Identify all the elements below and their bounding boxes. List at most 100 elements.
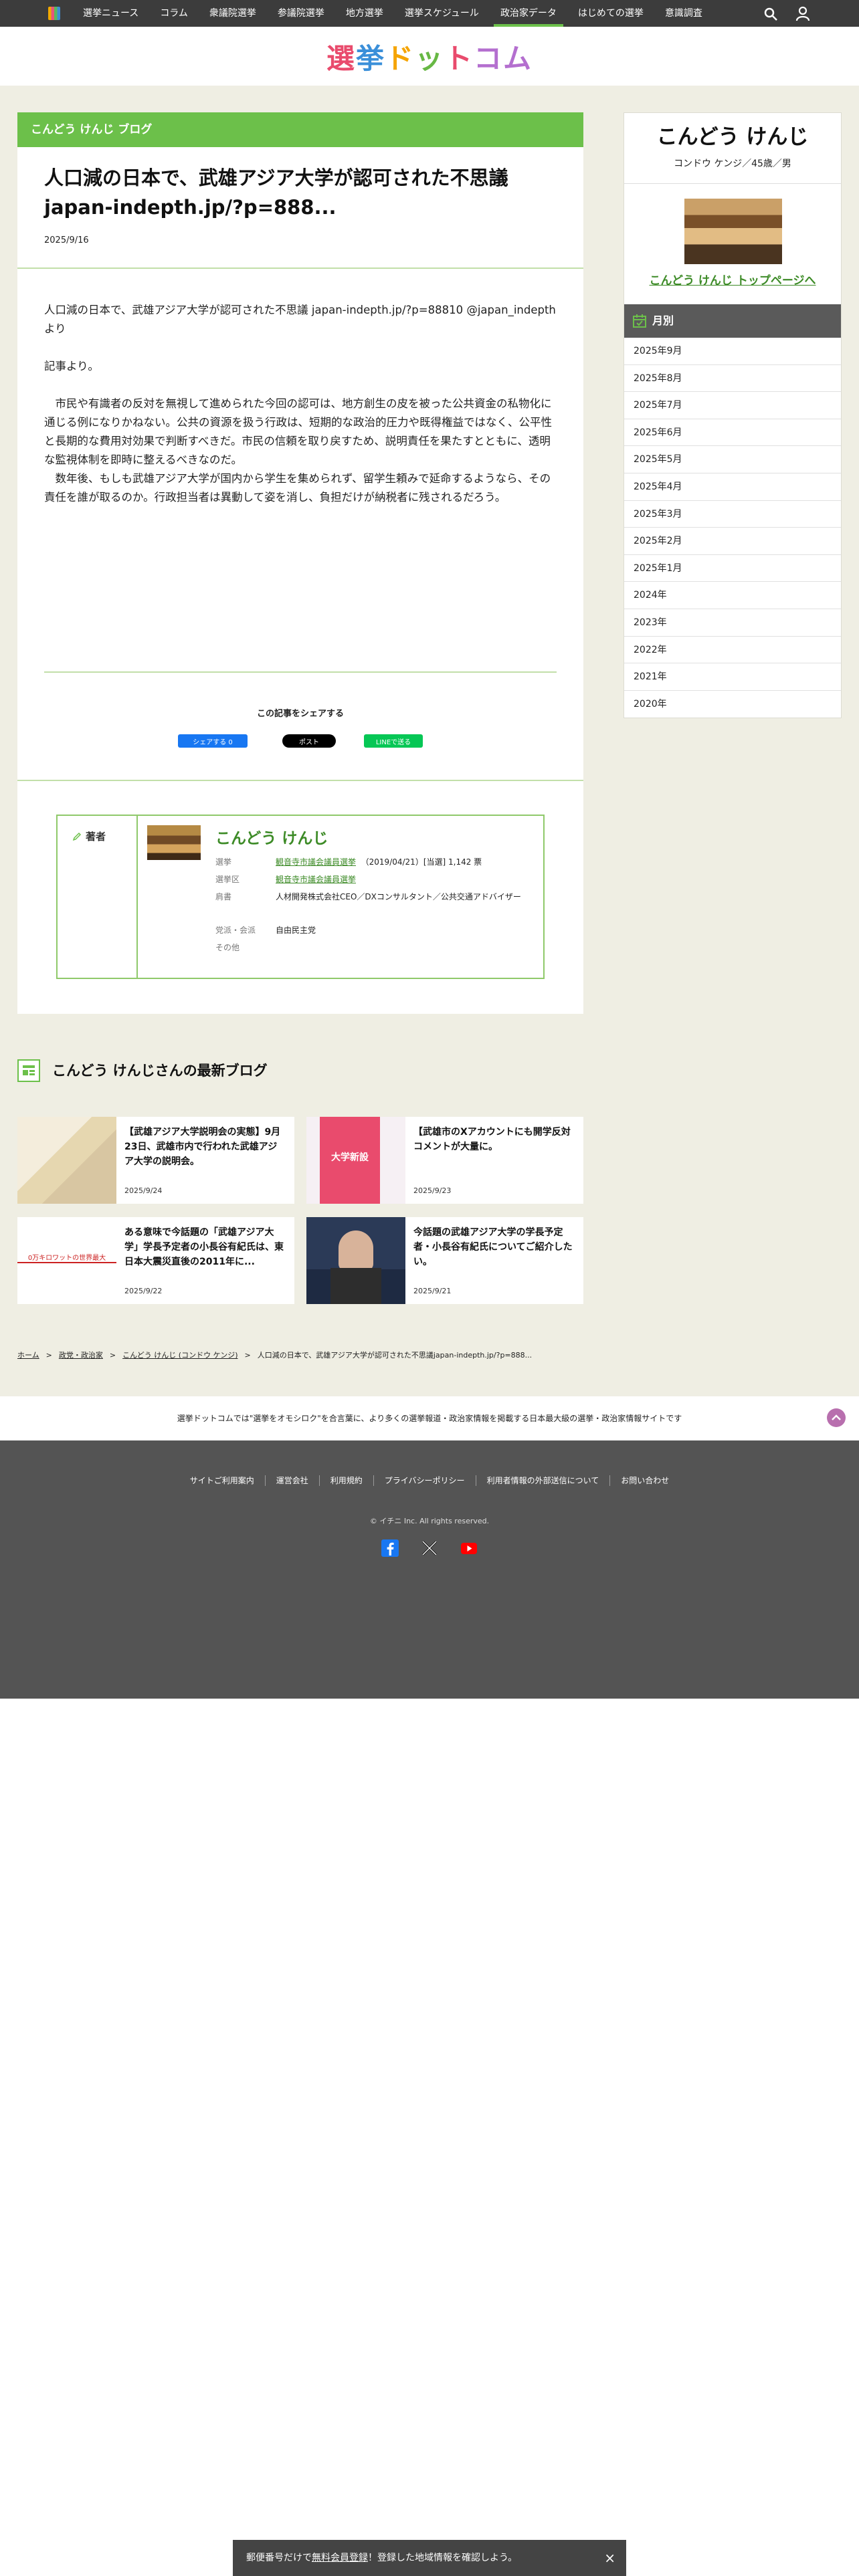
nav-item-lower-house[interactable]: 衆議院選挙 [199,0,267,27]
blog-card-title: 今話題の武雄アジア大学の学長予定者・小長谷有紀氏についてご紹介したい。 [413,1227,573,1267]
footer-link-external[interactable]: 利用者情報の外部送信について [475,1475,610,1486]
register-banner: 郵便番号だけで無料会員登録！登録した地域情報を確認しよう。 × [233,2540,626,2576]
month-item[interactable]: 2022年 [624,637,841,664]
copyright: © イチニ Inc. All rights reserved. [369,1517,490,1525]
x-icon[interactable] [419,1538,440,1558]
month-item[interactable]: 2021年 [624,663,841,691]
divider [44,671,557,673]
author-photo[interactable] [147,825,201,860]
breadcrumb-home[interactable]: ホーム [17,1351,39,1360]
nav-item-upper-house[interactable]: 参議院選挙 [267,0,335,27]
blog-card[interactable]: 今話題の武雄アジア大学の学長予定者・小長谷有紀氏についてご紹介したい。 2025… [306,1217,583,1304]
top-navigation: 選挙ニュース コラム 衆議院選挙 参議院選挙 地方選挙 選挙スケジュール 政治家… [0,0,859,27]
blog-card-title: 【武雄アジア大学説明会の実態】9月23日、武雄市内で行われた武雄アジア大学の説明… [124,1127,281,1167]
month-item[interactable]: 2025年1月 [624,555,841,582]
month-item[interactable]: 2025年2月 [624,528,841,555]
site-footer: サイトご利用案内 運営会社 利用規約 プライバシーポリシー 利用者情報の外部送信… [0,1440,859,1699]
nav-item-news[interactable]: 選挙ニュース [72,0,149,27]
register-link[interactable]: 無料会員登録 [312,2553,368,2563]
close-icon[interactable]: × [604,2540,615,2576]
pencil-icon [72,832,82,841]
article-date: 2025/9/16 [44,235,89,245]
blog-section-label: こんどう けんじ ブログ [17,112,583,147]
sidebar-name: こんどう けんじ [656,125,809,149]
month-list: 2025年9月 2025年8月 2025年7月 2025年6月 2025年5月 … [624,338,841,718]
sidebar-kana: コンドウ ケンジ／45歳／男 [674,158,791,169]
article-body: 人口減の日本で、武雄アジア大学が認可された不思議 japan-indepth.j… [44,301,559,526]
profile-top-link[interactable]: こんどう けんじ トップページへ [624,271,841,288]
blog-thumbnail [306,1217,405,1304]
site-mini-logo[interactable] [48,7,60,20]
month-item[interactable]: 2024年 [624,582,841,609]
monthly-archive-header: 月別 [624,304,841,338]
article-paragraph: 人口減の日本で、武雄アジア大学が認可された不思議 japan-indepth.j… [44,304,556,335]
election-link[interactable]: 観音寺市議会議員選挙 [276,857,356,867]
month-item[interactable]: 2025年9月 [624,338,841,365]
nav-item-survey[interactable]: 意識調査 [654,0,713,27]
footer-links: サイトご利用案内 運営会社 利用規約 プライバシーポリシー 利用者情報の外部送信… [0,1475,859,1486]
nav-item-politicians[interactable]: 政治家データ [490,0,567,27]
profile-sidebar: こんどう けんじ コンドウ ケンジ／45歳／男 こんどう けんじ トップページへ… [624,112,842,718]
footer-link-contact[interactable]: お問い合わせ [609,1475,680,1486]
facebook-share-button[interactable]: シェアする 0 [178,734,248,748]
blog-card[interactable]: 0万キロワットの世界最大 ある意味で今話題の「武雄アジア大学」学長予定者の小長谷… [17,1217,294,1304]
nav-menu: 選挙ニュース コラム 衆議院選挙 参議院選挙 地方選挙 選挙スケジュール 政治家… [72,0,713,27]
share-title: この記事をシェアする [256,709,344,719]
x-post-button[interactable]: ポスト [282,734,336,748]
blog-card-date: 2025/9/22 [124,1287,163,1295]
line-share-button[interactable]: LINEで送る [364,734,423,748]
sidebar-name-box: こんどう けんじ コンドウ ケンジ／45歳／男 [624,113,841,184]
month-item[interactable]: 2025年6月 [624,419,841,447]
divider [17,780,583,781]
breadcrumb-politics[interactable]: 政党・政治家 [59,1351,103,1360]
footer-link-privacy[interactable]: プライバシーポリシー [373,1475,476,1486]
breadcrumb-politician[interactable]: こんどう けんじ (コンドウ ケンジ) [122,1351,237,1360]
month-item[interactable]: 2025年7月 [624,392,841,419]
chevron-up-icon [832,1414,841,1420]
nav-item-column[interactable]: コラム [149,0,199,27]
breadcrumb: ホーム > 政党・政治家 > こんどう けんじ (コンドウ ケンジ) > 人口減の日本で、武… [17,1351,533,1360]
youtube-icon[interactable] [459,1538,479,1558]
nav-item-first-election[interactable]: はじめての選挙 [567,0,654,27]
blog-card-title: ある意味で今話題の「武雄アジア大学」学長予定者の小長谷有紀氏は、東日本大震災直後… [124,1227,284,1267]
blog-card-date: 2025/9/24 [124,1186,163,1195]
footer-message: 選挙ドットコムでは"選挙をオモシロク"を合言葉に、より多くの選挙報道・政治家情報… [0,1396,859,1440]
month-item[interactable]: 2025年4月 [624,473,841,501]
month-item[interactable]: 2025年3月 [624,501,841,528]
month-item[interactable]: 2025年8月 [624,365,841,393]
author-label: 著者 [72,829,106,843]
month-item[interactable]: 2023年 [624,609,841,637]
footer-link-terms[interactable]: 利用規約 [318,1475,373,1486]
facebook-icon[interactable] [380,1538,400,1558]
month-item[interactable]: 2025年5月 [624,446,841,473]
article-paragraph: 記事より。 [44,360,99,372]
nav-item-local[interactable]: 地方選挙 [335,0,394,27]
article-paragraph: 市民や有識者の反対を無視して進められた今回の認可は、地方創生の皮を被った公共資金… [44,397,552,504]
nav-item-schedule[interactable]: 選挙スケジュール [394,0,490,27]
blog-card-date: 2025/9/21 [413,1287,452,1295]
blog-thumbnail: 大学新設 [306,1117,405,1204]
site-logo[interactable]: 選挙ドットコム [326,36,533,77]
article-title: 人口減の日本で、武雄アジア大学が認可された不思議 japan-indepth.j… [44,167,508,219]
search-icon[interactable] [763,6,779,22]
blog-card-title: 【武雄市のXアカウントにも開学反対コメントが大量に。 [413,1127,571,1152]
blog-thumbnail [17,1117,116,1204]
district-link[interactable]: 観音寺市議会議員選挙 [276,875,356,884]
author-name[interactable]: こんどう けんじ [215,825,328,848]
footer-link-guide[interactable]: サイトご利用案内 [179,1475,265,1486]
breadcrumb-current: 人口減の日本で、武雄アジア大学が認可された不思議japan-indepth.jp… [257,1351,533,1360]
divider [17,267,583,269]
blog-thumbnail: 0万キロワットの世界最大 [17,1217,116,1304]
month-item[interactable]: 2020年 [624,691,841,718]
back-to-top-button[interactable] [827,1408,846,1427]
sidebar-photo[interactable] [684,199,782,264]
article-card: こんどう けんじ ブログ 人口減の日本で、武雄アジア大学が認可された不思議 ja… [17,112,583,1014]
user-icon[interactable] [795,5,811,21]
footer-link-company[interactable]: 運営会社 [264,1475,319,1486]
calendar-icon [633,314,646,328]
author-box: 著者 こんどう けんじ 選挙 観音寺市議会議員選挙 （2019/04/21）[当… [56,815,545,979]
brand-bar: 選挙ドットコム [0,27,859,86]
blog-card[interactable]: 【武雄アジア大学説明会の実態】9月23日、武雄市内で行われた武雄アジア大学の説明… [17,1117,294,1204]
author-label-column: 著者 [58,816,138,978]
blog-card[interactable]: 大学新設 【武雄市のXアカウントにも開学反対コメントが大量に。 2025/9/2… [306,1117,583,1204]
